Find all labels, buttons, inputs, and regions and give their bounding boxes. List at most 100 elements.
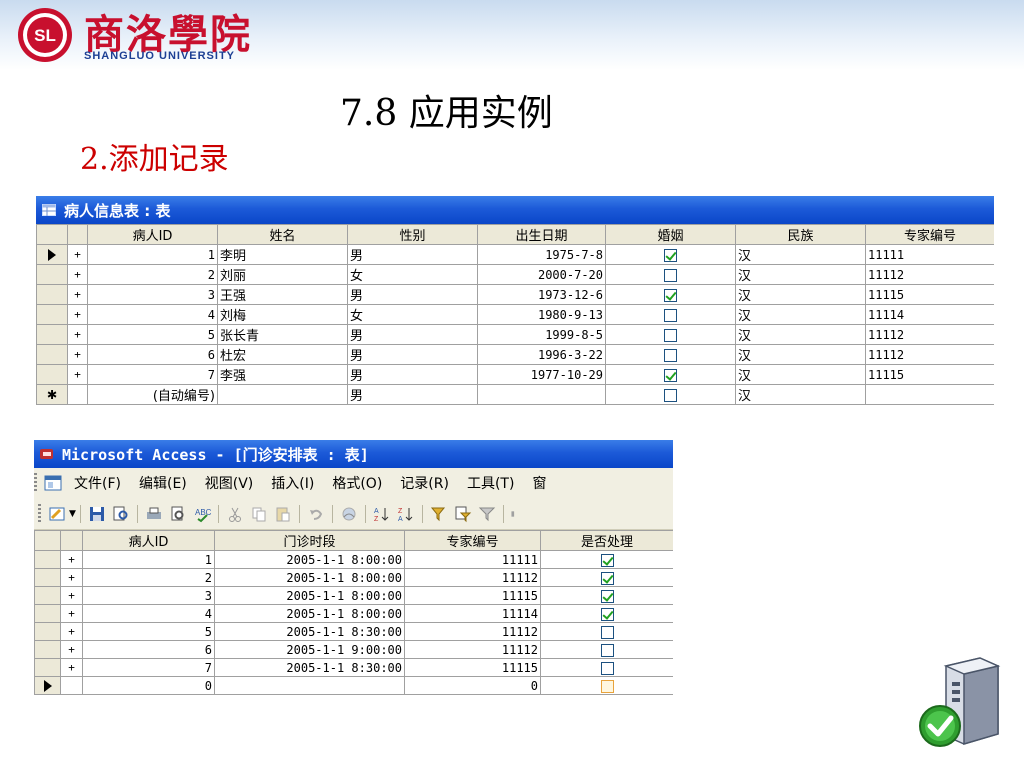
checkbox-checked[interactable] — [664, 288, 677, 302]
cell-name[interactable]: 张长青 — [217, 324, 348, 345]
expand-plus-icon[interactable]: + — [60, 550, 83, 569]
cell-processed[interactable] — [540, 622, 673, 641]
row-selector[interactable] — [36, 344, 68, 365]
cell-expert-id[interactable]: 0 — [404, 676, 541, 695]
menu-item-format[interactable]: 格式(O) — [332, 473, 382, 493]
checkbox-checked[interactable] — [600, 553, 614, 567]
cell-patient-id[interactable]: 3 — [82, 586, 215, 605]
expand-plus-icon[interactable]: + — [60, 622, 83, 641]
row-selector[interactable] — [34, 604, 61, 623]
cell-married[interactable] — [605, 324, 736, 345]
row-selector[interactable] — [36, 324, 68, 345]
menu-item-edit[interactable]: 编辑(E) — [139, 473, 187, 493]
cell-sex[interactable]: 男 — [347, 384, 478, 405]
column-header[interactable]: 专家编号 — [865, 224, 994, 245]
cell-married[interactable] — [605, 304, 736, 325]
cell-clinic-time[interactable]: 2005-1-1 8:00:00 — [214, 550, 405, 569]
cell-name[interactable] — [217, 384, 348, 405]
view-dropdown-icon[interactable]: ▼ — [69, 509, 76, 519]
cell-processed[interactable] — [540, 676, 673, 695]
cell-expert-id[interactable]: 11115 — [404, 658, 541, 677]
table-row[interactable]: +3 2005-1-1 8:00:00 11115 — [34, 586, 673, 605]
table-row[interactable]: +7 李强男 1977-10-29 汉 11115 — [36, 364, 994, 385]
row-selector[interactable] — [36, 264, 68, 285]
column-header[interactable]: 病人ID — [82, 530, 215, 551]
cell-patient-id[interactable]: 1 — [87, 244, 218, 265]
cell-expert-id[interactable]: 11114 — [404, 604, 541, 623]
search-file-icon[interactable] — [112, 505, 130, 523]
cell-name[interactable]: 李明 — [217, 244, 348, 265]
cut-icon[interactable] — [226, 505, 244, 523]
cell-expert-id[interactable]: 11112 — [404, 640, 541, 659]
row-selector[interactable]: ✱ — [36, 384, 68, 405]
expand-plus-icon[interactable]: + — [67, 304, 88, 325]
checkbox-unchecked[interactable] — [664, 328, 677, 342]
table-row[interactable]: +2 刘丽女 2000-7-20 汉 11112 — [36, 264, 994, 285]
cell-patient-id[interactable]: (自动编号) — [87, 384, 218, 405]
cell-patient-id[interactable]: 6 — [82, 640, 215, 659]
menu-item-view[interactable]: 视图(V) — [205, 473, 254, 493]
checkbox-checked[interactable] — [600, 589, 614, 603]
cell-birth-date[interactable]: 1980-9-13 — [477, 304, 606, 325]
cell-sex[interactable]: 男 — [347, 324, 478, 345]
menu-item-window[interactable]: 窗 — [532, 473, 546, 493]
cell-patient-id[interactable]: 2 — [82, 568, 215, 587]
cell-birth-date[interactable]: 1975-7-8 — [477, 244, 606, 265]
table-row[interactable]: +1 李明男 1975-7-8 汉 11111 — [36, 244, 994, 265]
cell-processed[interactable] — [540, 658, 673, 677]
filter-by-selection-icon[interactable] — [430, 505, 448, 523]
cell-nation[interactable]: 汉 — [735, 324, 866, 345]
expand-plus-icon[interactable]: + — [67, 324, 88, 345]
checkbox-unchecked[interactable] — [664, 348, 677, 362]
menu-item-tools[interactable]: 工具(T) — [467, 473, 514, 493]
checkbox-unchecked[interactable] — [600, 679, 614, 693]
checkbox-unchecked[interactable] — [600, 625, 614, 639]
column-header[interactable]: 婚姻 — [605, 224, 736, 245]
print-preview-icon[interactable] — [169, 505, 187, 523]
cell-birth-date[interactable]: 1977-10-29 — [477, 364, 606, 385]
checkbox-unchecked[interactable] — [664, 268, 677, 282]
cell-expert-id[interactable]: 11111 — [865, 244, 994, 265]
table-row[interactable]: +1 2005-1-1 8:00:00 11111 — [34, 550, 673, 569]
menu-item-records[interactable]: 记录(R) — [400, 473, 449, 493]
cell-clinic-time[interactable] — [214, 676, 405, 695]
cell-expert-id[interactable]: 11115 — [865, 364, 994, 385]
table-row[interactable]: +4 刘梅女 1980-9-13 汉 11114 — [36, 304, 994, 325]
expand-plus-icon[interactable]: + — [60, 586, 83, 605]
cell-processed[interactable] — [540, 550, 673, 569]
cell-patient-id[interactable]: 3 — [87, 284, 218, 305]
toolbar-grip[interactable] — [38, 503, 41, 524]
cell-patient-id[interactable]: 7 — [82, 658, 215, 677]
cell-clinic-time[interactable]: 2005-1-1 8:30:00 — [214, 622, 405, 641]
cell-patient-id[interactable]: 4 — [82, 604, 215, 623]
cell-expert-id[interactable]: 11115 — [404, 586, 541, 605]
cell-birth-date[interactable]: 1996-3-22 — [477, 344, 606, 365]
cell-expert-id[interactable]: 11114 — [865, 304, 994, 325]
access-window-titlebar[interactable]: Microsoft Access - [门诊安排表 : 表] — [34, 440, 673, 468]
cell-nation[interactable]: 汉 — [735, 244, 866, 265]
apply-filter-icon[interactable] — [478, 505, 496, 523]
spelling-icon[interactable]: ABC — [193, 505, 211, 523]
expand-plus-icon[interactable]: + — [60, 568, 83, 587]
cell-expert-id[interactable]: 11112 — [865, 264, 994, 285]
print-icon[interactable] — [145, 505, 163, 523]
expand-plus-icon[interactable]: + — [67, 284, 88, 305]
cell-patient-id[interactable]: 2 — [87, 264, 218, 285]
cell-expert-id[interactable]: 11111 — [404, 550, 541, 569]
cell-processed[interactable] — [540, 604, 673, 623]
save-icon[interactable] — [88, 505, 106, 523]
cell-nation[interactable]: 汉 — [735, 304, 866, 325]
checkbox-checked[interactable] — [664, 248, 677, 262]
cell-patient-id[interactable]: 0 — [82, 676, 215, 695]
cell-nation[interactable]: 汉 — [735, 264, 866, 285]
cell-patient-id[interactable]: 4 — [87, 304, 218, 325]
patients-window-titlebar[interactable]: 病人信息表 : 表 — [36, 196, 994, 224]
cell-sex[interactable]: 男 — [347, 284, 478, 305]
hyperlink-icon[interactable] — [340, 505, 358, 523]
column-header[interactable]: 民族 — [735, 224, 866, 245]
column-header[interactable]: 病人ID — [87, 224, 218, 245]
cell-patient-id[interactable]: 5 — [82, 622, 215, 641]
cell-married[interactable] — [605, 384, 736, 405]
sort-descending-icon[interactable]: ZA — [397, 505, 415, 523]
cell-married[interactable] — [605, 264, 736, 285]
